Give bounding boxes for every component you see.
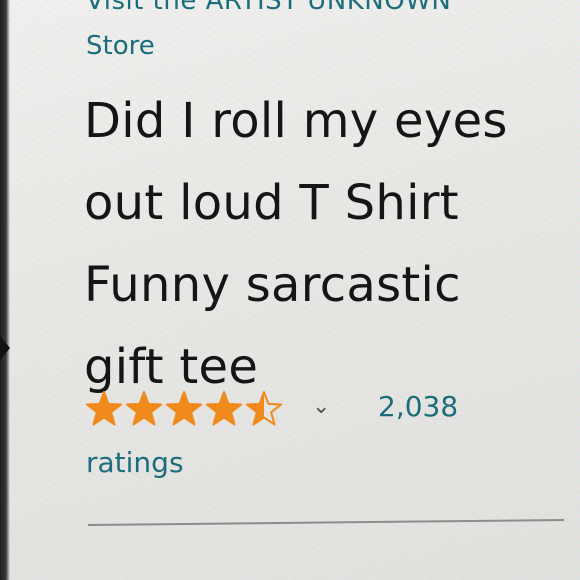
store-link[interactable]: Visit the ARTIST UNKNOWN xyxy=(86,0,451,16)
star-rating[interactable] xyxy=(86,390,296,430)
rating-count-link[interactable]: 2,038 xyxy=(378,390,458,423)
star-full-icon xyxy=(165,391,203,426)
product-title-line: Funny sarcastic xyxy=(84,257,461,313)
left-arrow-icon[interactable] xyxy=(0,336,10,360)
section-divider xyxy=(87,519,564,526)
product-title: Did I roll my eyes out loud T Shirt Funn… xyxy=(84,80,564,408)
product-title-line: Did I roll my eyes xyxy=(84,93,508,149)
store-link-line2[interactable]: Store xyxy=(86,31,155,61)
ratings-label-link[interactable]: ratings xyxy=(86,446,184,479)
rating-row: ⌄ 2,038 xyxy=(86,388,556,434)
product-title-line: out loud T Shirt xyxy=(84,175,459,231)
star-full-icon xyxy=(125,391,163,426)
image-carousel-edge xyxy=(0,0,10,580)
product-page-screen: Visit the ARTIST UNKNOWN Store Did I rol… xyxy=(0,0,580,580)
star-half-icon xyxy=(245,391,283,426)
star-full-icon xyxy=(86,391,123,426)
star-full-icon xyxy=(205,391,243,426)
chevron-down-icon[interactable]: ⌄ xyxy=(312,394,330,419)
